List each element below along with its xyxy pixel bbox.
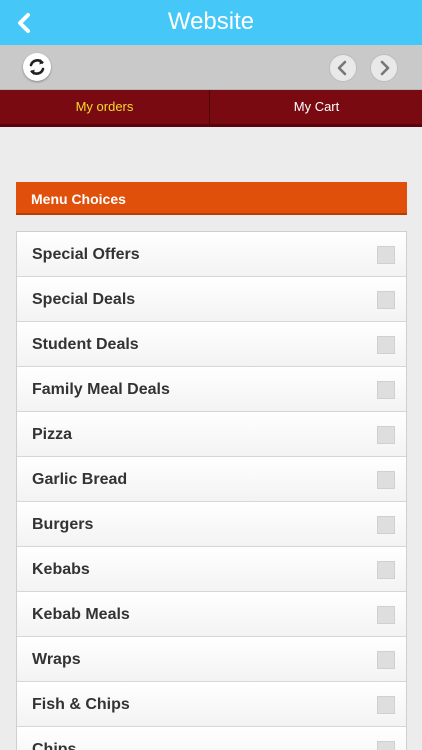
prev-page-button[interactable] (329, 54, 357, 82)
menu-item-fish-chips[interactable]: Fish & Chips (17, 682, 406, 727)
menu-item-checkbox[interactable] (377, 696, 395, 714)
menu-item-label: Garlic Bread (32, 471, 128, 488)
menu-item-kebab-meals[interactable]: Kebab Meals (17, 592, 406, 637)
menu-item-label: Student Deals (32, 336, 139, 353)
app-header: Website (0, 0, 422, 45)
menu-item-label: Kebab Meals (32, 606, 130, 623)
menu-item-garlic-bread[interactable]: Garlic Bread (17, 457, 406, 502)
menu-item-label: Fish & Chips (32, 696, 130, 713)
menu-item-label: Wraps (32, 651, 81, 668)
chevron-right-icon (380, 60, 390, 76)
menu-item-special-offers[interactable]: Special Offers (17, 232, 406, 277)
reload-icon (29, 59, 45, 75)
menu-item-family-meal-deals[interactable]: Family Meal Deals (17, 367, 406, 412)
browser-toolbar (0, 45, 422, 90)
menu-item-checkbox[interactable] (377, 426, 395, 444)
menu-item-student-deals[interactable]: Student Deals (17, 322, 406, 367)
menu-item-special-deals[interactable]: Special Deals (17, 277, 406, 322)
tab-my-orders[interactable]: My orders (0, 90, 210, 124)
menu-choices-title: Menu Choices (31, 191, 126, 207)
menu-item-kebabs[interactable]: Kebabs (17, 547, 406, 592)
menu-item-label: Chips (32, 741, 77, 750)
menu-item-label: Special Offers (32, 246, 140, 263)
menu-item-label: Pizza (32, 426, 73, 443)
menu-list: Special Offers Special Deals Student Dea… (16, 231, 407, 750)
menu-item-checkbox[interactable] (377, 246, 395, 264)
menu-item-pizza[interactable]: Pizza (17, 412, 406, 457)
tab-bar: My orders My Cart (0, 90, 422, 127)
reload-button[interactable] (23, 53, 51, 81)
menu-item-checkbox[interactable] (377, 741, 395, 750)
menu-item-checkbox[interactable] (377, 291, 395, 309)
menu-item-checkbox[interactable] (377, 651, 395, 669)
menu-item-label: Family Meal Deals (32, 381, 170, 398)
menu-item-chips[interactable]: Chips (17, 727, 406, 750)
page-title: Website (167, 8, 255, 35)
menu-choices-header: Menu Choices (16, 182, 407, 215)
tab-my-cart[interactable]: My Cart (211, 90, 422, 124)
menu-item-label: Burgers (32, 516, 94, 533)
next-page-button[interactable] (370, 54, 398, 82)
menu-item-wraps[interactable]: Wraps (17, 637, 406, 682)
menu-item-checkbox[interactable] (377, 516, 395, 534)
menu-item-checkbox[interactable] (377, 336, 395, 354)
menu-item-label: Special Deals (32, 291, 136, 308)
menu-item-checkbox[interactable] (377, 561, 395, 579)
menu-item-burgers[interactable]: Burgers (17, 502, 406, 547)
menu-item-checkbox[interactable] (377, 381, 395, 399)
menu-item-label: Kebabs (32, 561, 90, 578)
menu-item-checkbox[interactable] (377, 471, 395, 489)
menu-item-checkbox[interactable] (377, 606, 395, 624)
chevron-left-icon (337, 60, 347, 76)
